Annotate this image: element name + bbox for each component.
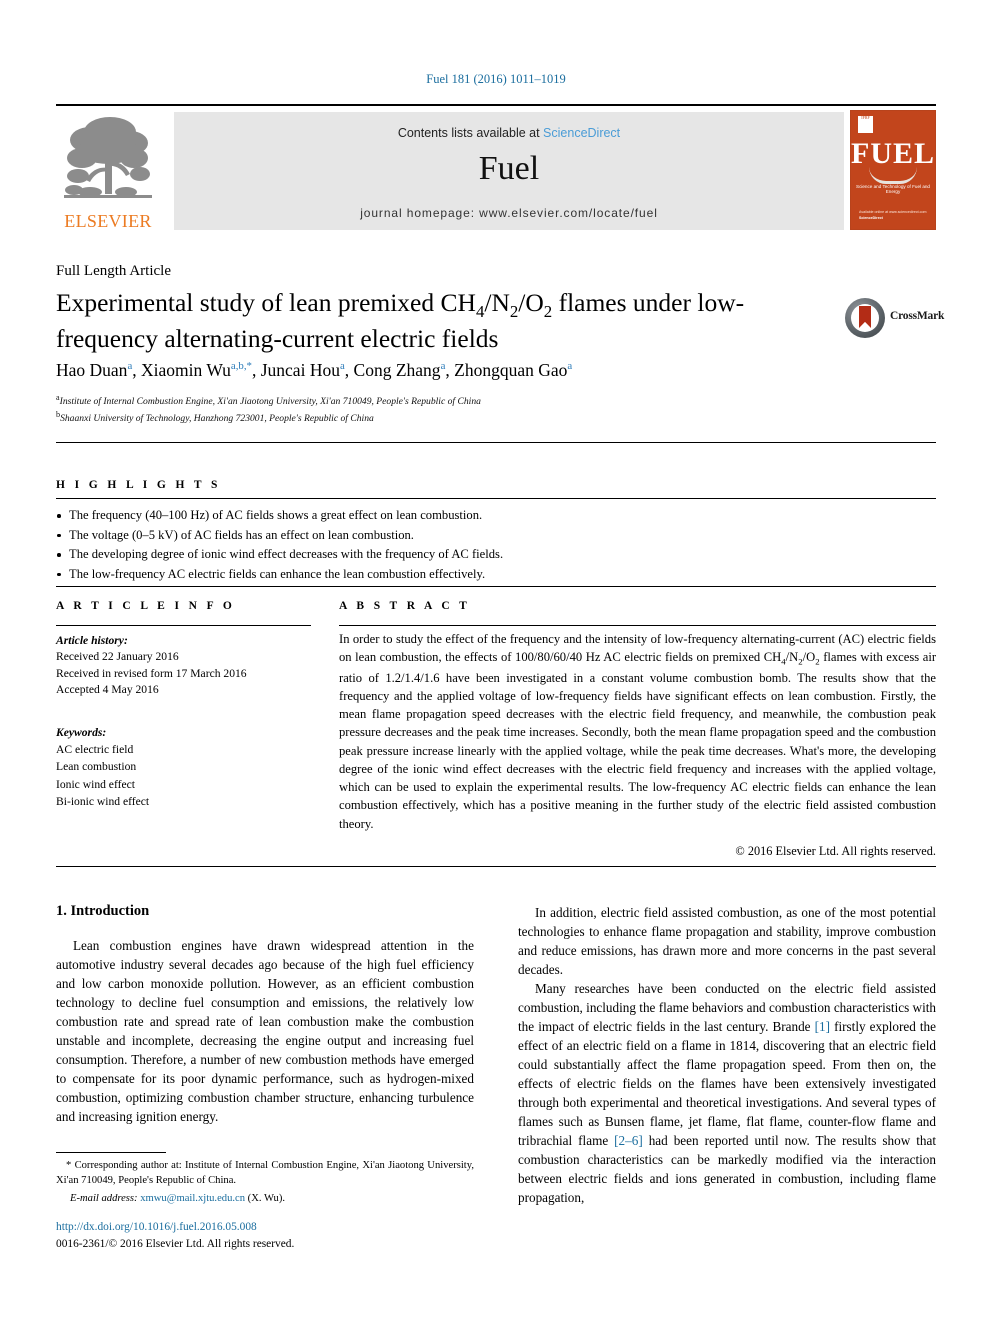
body-column-left: Lean combustion engines have drawn wides… <box>56 936 474 1126</box>
journal-masthead: ELSEVIER Contents lists available at Sci… <box>56 104 936 232</box>
paragraph-segment-2: firstly explored the effect of an electr… <box>518 1019 937 1148</box>
issn-copyright-line: 0016-2361/© 2016 Elsevier Ltd. All right… <box>56 1237 295 1250</box>
affiliations: aInstitute of Internal Combustion Engine… <box>56 392 916 427</box>
author-affil-marker[interactable]: a,b,* <box>231 360 252 372</box>
keywords-block: Keywords: AC electric field Lean combust… <box>56 725 311 810</box>
keyword-item: AC electric field <box>56 743 134 757</box>
article-history-item: Received 22 January 2016 <box>56 650 179 664</box>
abstract-segment-2: /N <box>785 650 799 665</box>
author-list: Hao Duana, Xiaomin Wua,b,*, Juncai Houa,… <box>56 360 573 380</box>
abstract-heading: A B S T R A C T <box>339 600 471 612</box>
keyword-item: Lean combustion <box>56 760 137 774</box>
keyword-item: Bi-ionic wind effect <box>56 794 150 808</box>
journal-cover-thumbnail: IFRF FUEL Science and Technology of Fuel… <box>850 110 936 230</box>
cover-swoosh-decoration <box>869 167 917 184</box>
cover-badge: IFRF <box>858 116 873 133</box>
article-info-column: Article history: Received 22 January 201… <box>56 633 311 810</box>
section-title-introduction: 1. Introduction <box>56 903 150 919</box>
paper-page: Fuel 181 (2016) 1011–1019 ELSEVIER Conte… <box>0 0 992 1323</box>
keywords-label: Keywords: <box>56 725 107 739</box>
author-affil-marker[interactable]: a <box>567 360 572 372</box>
doi-link[interactable]: http://dx.doi.org/10.1016/j.fuel.2016.05… <box>56 1219 294 1236</box>
affiliation-b: bShaanxi University of Technology, Hanzh… <box>56 410 374 425</box>
abstract-text: In order to study the effect of the freq… <box>339 630 936 861</box>
sciencedirect-link[interactable]: ScienceDirect <box>543 126 620 140</box>
body-column-right: In addition, electric field assisted com… <box>518 903 936 1207</box>
paragraph: Many researches have been conducted on t… <box>518 979 936 1207</box>
affiliation-a-text: Institute of Internal Combustion Engine,… <box>59 396 481 408</box>
list-item: The developing degree of ionic wind effe… <box>56 545 696 565</box>
footnote-block: * Corresponding author at: Institute of … <box>56 1158 474 1206</box>
author-affil-marker[interactable]: a <box>340 360 345 372</box>
affiliation-b-text: Shaanxi University of Technology, Hanzho… <box>60 413 374 425</box>
divider-above-highlights <box>56 442 936 443</box>
title-segment-3: /O <box>518 288 544 317</box>
title-sub-o2: 2 <box>543 302 553 322</box>
author-affil-marker[interactable]: a <box>127 360 132 372</box>
affiliation-a: aInstitute of Internal Combustion Engine… <box>56 393 481 408</box>
footer-doi-block: http://dx.doi.org/10.1016/j.fuel.2016.05… <box>56 1219 294 1252</box>
divider-below-article-info-heading <box>56 625 311 626</box>
article-type-label: Full Length Article <box>56 263 171 279</box>
footnote-divider <box>56 1152 166 1153</box>
title-segment-1: Experimental study of lean premixed CH <box>56 288 476 317</box>
cover-title: FUEL <box>851 137 936 170</box>
title-segment-2: /N <box>484 288 510 317</box>
elsevier-wordmark: ELSEVIER <box>64 211 152 231</box>
corresponding-author-note: * Corresponding author at: Institute of … <box>56 1160 474 1187</box>
crossmark-icon <box>845 298 885 338</box>
cover-subtitle: Science and Technology of Fuel and Energ… <box>856 184 930 194</box>
paragraph: In addition, electric field assisted com… <box>518 905 936 977</box>
citation-link[interactable]: [2–6] <box>614 1133 643 1148</box>
article-history-item: Received in revised form 17 March 2016 <box>56 666 247 680</box>
keyword-item: Ionic wind effect <box>56 777 135 791</box>
list-item: The frequency (40–100 Hz) of AC fields s… <box>56 506 696 526</box>
elsevier-tree-icon <box>64 117 152 198</box>
email-suffix: (X. Wu). <box>245 1192 286 1204</box>
list-item: The voltage (0–5 kV) of AC fields has an… <box>56 526 696 546</box>
paragraph: Lean combustion engines have drawn wides… <box>56 938 474 1124</box>
highlights-heading: H I G H L I G H T S <box>56 479 221 491</box>
journal-homepage-link[interactable]: journal homepage: www.elsevier.com/locat… <box>174 206 844 220</box>
crossmark-badge[interactable]: CrossMark <box>845 296 944 340</box>
divider-below-abstract <box>56 866 936 867</box>
elsevier-logo: ELSEVIER <box>56 110 160 232</box>
cover-footer: Available online at www.sciencedirect.co… <box>859 210 926 221</box>
divider-below-highlights-heading <box>56 498 936 499</box>
list-item: The low-frequency AC electric fields can… <box>56 565 696 585</box>
author-affil-marker[interactable]: a <box>441 360 446 372</box>
abstract-copyright: © 2016 Elsevier Ltd. All rights reserved… <box>735 843 936 858</box>
divider-above-abstract <box>56 586 936 587</box>
page-title: Experimental study of lean premixed CH4/… <box>56 287 816 355</box>
article-history-item: Accepted 4 May 2016 <box>56 683 159 697</box>
crossmark-label: CrossMark <box>890 310 945 322</box>
divider-below-abstract-heading <box>339 625 936 626</box>
abstract-segment-4: flames with excess air ratio of 1.2/1.4/… <box>339 650 937 831</box>
journal-reference: Fuel 181 (2016) 1011–1019 <box>426 72 566 86</box>
cover-footer-line2: ScienceDirect <box>859 215 883 220</box>
email-link[interactable]: xmwu@mail.xjtu.edu.cn <box>140 1193 245 1204</box>
contents-prefix: Contents lists available at <box>397 126 544 140</box>
abstract-segment-3: /O <box>802 650 816 665</box>
highlights-list: The frequency (40–100 Hz) of AC fields s… <box>56 506 696 584</box>
citation-link[interactable]: [1] <box>815 1019 830 1034</box>
email-note: E-mail address: xmwu@mail.xjtu.edu.cn (X… <box>56 1191 474 1206</box>
masthead-center-panel: Contents lists available at ScienceDirec… <box>174 112 844 230</box>
journal-title: Fuel <box>478 150 540 187</box>
article-history-label: Article history: <box>56 634 128 647</box>
article-info-heading: A R T I C L E I N F O <box>56 600 236 612</box>
email-label: E-mail address: <box>70 1192 138 1204</box>
contents-available-line: Contents lists available at ScienceDirec… <box>174 126 844 140</box>
